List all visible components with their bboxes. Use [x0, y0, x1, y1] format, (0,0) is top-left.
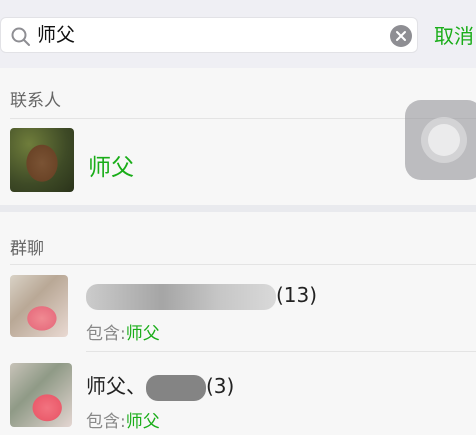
assistive-touch-center — [428, 124, 460, 156]
group-avatar[interactable] — [10, 363, 72, 427]
contains-label: 包含: — [86, 324, 126, 344]
contact-avatar[interactable] — [10, 128, 74, 192]
group-member-count: (13) — [276, 283, 318, 307]
section-gap — [0, 205, 476, 212]
redacted-text — [146, 374, 206, 401]
divider — [86, 351, 476, 352]
cancel-button[interactable]: 取消 — [434, 20, 474, 49]
search-bar: 师父 取消 — [0, 0, 476, 68]
search-icon — [10, 26, 32, 48]
contact-name[interactable]: 师父 — [88, 148, 134, 182]
groups-header: 群聊 — [10, 239, 44, 259]
clear-icon[interactable] — [390, 25, 412, 47]
group-contains: 包含:师父 — [86, 319, 160, 344]
contains-match: 师父 — [125, 412, 160, 432]
search-input[interactable]: 师父 — [37, 23, 75, 47]
redacted-text — [86, 283, 276, 310]
search-field[interactable]: 师父 — [0, 17, 418, 53]
group-member-count: (3) — [206, 374, 235, 398]
group-avatar[interactable] — [10, 275, 68, 337]
contains-match: 师父 — [125, 324, 160, 344]
contains-label: 包含: — [86, 412, 126, 432]
group-contains: 包含:师父 — [86, 407, 160, 432]
contacts-header: 联系人 — [10, 91, 61, 111]
group-name[interactable]: (13) — [86, 283, 317, 310]
group-name[interactable]: 师父、 (3) — [86, 370, 234, 401]
assistive-touch-icon[interactable] — [405, 100, 476, 180]
divider — [10, 264, 476, 265]
group-name-prefix: 师父、 — [86, 374, 146, 398]
